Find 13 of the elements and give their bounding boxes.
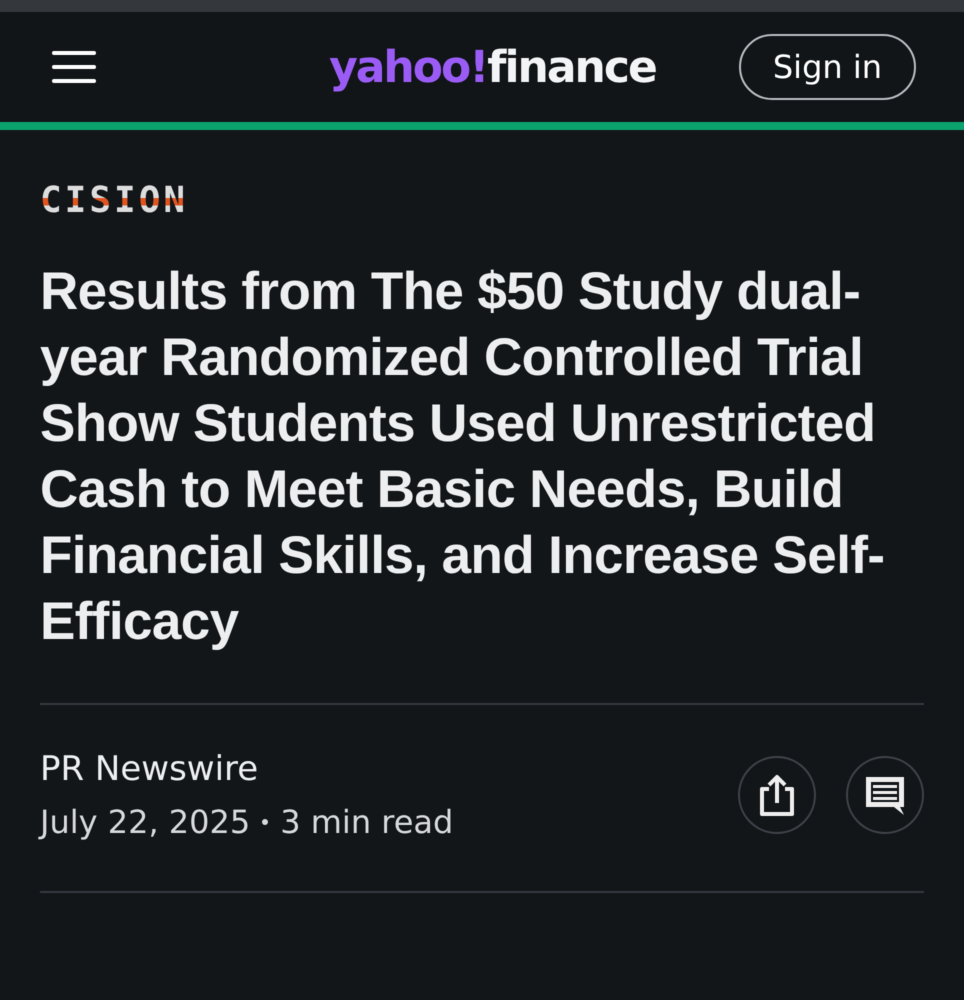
comment-icon <box>864 775 906 815</box>
comments-button[interactable] <box>846 756 924 834</box>
sign-in-button[interactable]: Sign in <box>738 34 916 100</box>
site-logo[interactable]: yahoo!finance <box>329 42 656 92</box>
menu-icon <box>52 50 96 84</box>
share-button[interactable] <box>738 756 816 834</box>
separator-dot <box>262 819 268 825</box>
menu-button[interactable] <box>52 50 96 84</box>
publish-date: July 22, 2025 <box>40 803 250 841</box>
headline: Results from The $50 Study dual-year Randomized Controlled Trial Show Students Used Unrestricted Cash to Meet Basic Needs, Build Financial Skills, and Increase Self-Efficacy <box>40 261 886 653</box>
read-time: 3 min read <box>280 803 454 841</box>
publisher-name: PR Newswire <box>40 749 260 789</box>
share-icon <box>759 773 795 817</box>
